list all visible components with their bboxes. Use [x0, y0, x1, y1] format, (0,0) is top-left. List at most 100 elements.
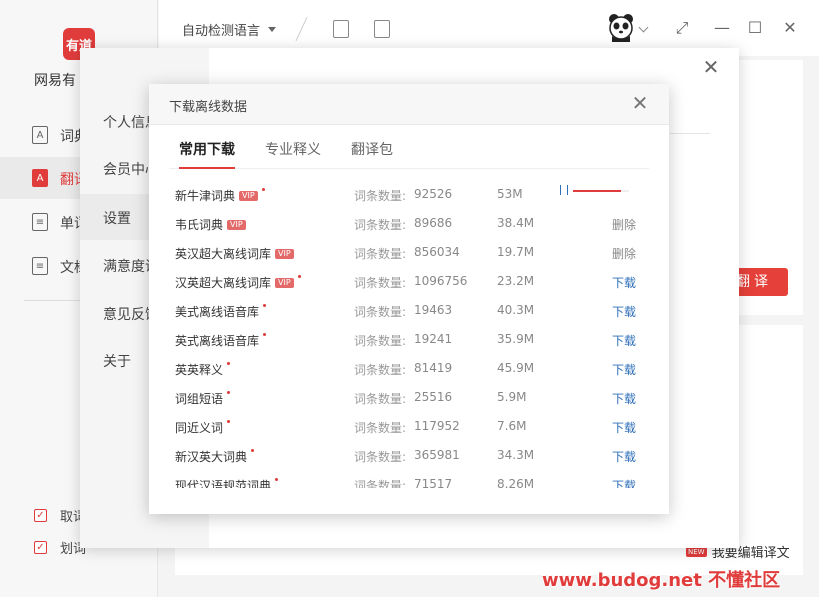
dictionary-name: 现代汉语规范词典: [175, 477, 279, 488]
download-button[interactable]: 下载: [612, 419, 636, 436]
maximize-icon[interactable]: ☐: [745, 18, 765, 38]
settings-nav-label: 关于: [103, 354, 131, 370]
entry-count-label: 词条数量:: [354, 189, 407, 203]
new-dot-icon: [275, 478, 279, 481]
file-size: 19.7M: [497, 245, 535, 259]
list-item: 现代汉语规范词典 词条数量: 71517 8.26M 下载: [149, 470, 669, 488]
list-item: 美式离线语音库 词条数量: 19463 40.3M 下载: [149, 296, 669, 325]
entry-count: 71517: [414, 477, 453, 488]
dictionary-name-text: 现代汉语规范词典: [175, 479, 272, 488]
entry-count: 856034: [414, 245, 460, 259]
language-select[interactable]: 自动检测语言: [182, 20, 277, 39]
download-button[interactable]: 下载: [612, 390, 636, 407]
dictionary-name: 同近义词: [175, 419, 231, 436]
entry-count: 25516: [414, 390, 453, 404]
close-icon[interactable]: ✕: [631, 93, 649, 113]
select-word-toggle[interactable]: ✓ 划词: [34, 539, 86, 557]
new-dot-icon: [227, 362, 231, 365]
dictionary-name-text: 韦氏词典: [175, 218, 224, 232]
file-size: 5.9M: [497, 390, 527, 404]
new-dot-icon: [227, 391, 231, 394]
list-item: 词组短语 词条数量: 25516 5.9M 下载: [149, 383, 669, 412]
capture-word-toggle[interactable]: ✓ 取词: [34, 507, 86, 525]
dictionary-name-text: 英英释义: [175, 363, 224, 377]
file-size: 53M: [497, 187, 523, 201]
entry-count: 1096756: [414, 274, 468, 288]
download-button[interactable]: 下载: [612, 274, 636, 291]
vip-badge: VIP: [275, 277, 294, 288]
download-progress: [560, 185, 630, 197]
avatar[interactable]: [606, 12, 636, 42]
file-size: 23.2M: [497, 274, 535, 288]
dictionary-name-text: 同近义词: [175, 421, 224, 435]
chevron-down-icon[interactable]: [638, 22, 649, 33]
tab-common[interactable]: 常用下载: [179, 139, 235, 159]
new-dot-icon: [263, 333, 267, 336]
list-item: 新牛津词典 VIP 词条数量: 92526 53M: [149, 180, 669, 209]
toolbar-divider: [295, 17, 308, 41]
app-name: 网易有: [34, 73, 76, 89]
entry-count: 19241: [414, 332, 453, 346]
entry-count: 81419: [414, 361, 453, 375]
dictionary-name: 英英释义: [175, 361, 231, 378]
entry-count: 19463: [414, 303, 453, 317]
entry-count: 117952: [414, 419, 460, 433]
list-item: 同近义词 词条数量: 117952 7.6M 下载: [149, 412, 669, 441]
new-badge: NEW: [686, 546, 707, 557]
dictionary-name: 韦氏词典 VIP: [175, 216, 246, 233]
entry-count-label: 词条数量:: [354, 334, 407, 348]
entry-count-label: 词条数量:: [354, 247, 407, 261]
dictionary-name-text: 新牛津词典: [175, 189, 236, 203]
dictionary-name: 词组短语: [175, 390, 231, 407]
close-icon[interactable]: ✕: [702, 57, 720, 77]
entry-count-label: 词条数量:: [354, 421, 407, 435]
file-icon[interactable]: [333, 20, 349, 38]
progress-fill: [573, 190, 621, 192]
list-item: 汉英超大离线词库 VIP 词条数量: 1096756 23.2M 下载: [149, 267, 669, 296]
dictionary-name: 英式离线语音库: [175, 332, 267, 349]
vip-badge: VIP: [275, 248, 294, 259]
dictionary-name-text: 美式离线语音库: [175, 305, 260, 319]
download-button[interactable]: 下载: [612, 448, 636, 465]
dictionary-name-text: 新汉英大词典: [175, 450, 248, 464]
dictionary-name-text: 英式离线语音库: [175, 334, 260, 348]
progress-bar: [573, 190, 629, 192]
delete-button[interactable]: 删除: [612, 216, 636, 233]
entry-count-label: 词条数量:: [354, 479, 407, 488]
dictionary-name: 英汉超大离线词库 VIP: [175, 245, 294, 262]
dictionary-icon: A: [32, 126, 48, 144]
checkbox[interactable]: ✓: [34, 540, 47, 554]
file-size: 8.26M: [497, 477, 535, 488]
list-item: 韦氏词典 VIP 词条数量: 89686 38.4M 删除: [149, 209, 669, 238]
shrink-icon[interactable]: ⤢: [672, 18, 692, 38]
dialog-title: 下载离线数据: [169, 100, 248, 115]
download-button[interactable]: 下载: [612, 303, 636, 320]
list-item: 英英释义 词条数量: 81419 45.9M 下载: [149, 354, 669, 383]
translate-icon: A: [32, 169, 48, 187]
list-item: 新汉英大词典 词条数量: 365981 34.3M 下载: [149, 441, 669, 470]
file-size: 35.9M: [497, 332, 535, 346]
tab-translation-pack[interactable]: 翻译包: [351, 139, 393, 159]
pause-icon[interactable]: [560, 185, 568, 195]
active-tab-indicator: [179, 167, 235, 169]
screenshot-icon[interactable]: [374, 20, 390, 38]
dictionary-name: 新牛津词典 VIP: [175, 187, 265, 204]
settings-nav-label: 设置: [103, 211, 131, 227]
vip-badge: VIP: [239, 190, 258, 201]
close-icon[interactable]: ✕: [780, 18, 800, 38]
download-button[interactable]: 下载: [612, 332, 636, 349]
checkbox[interactable]: ✓: [34, 508, 47, 522]
download-button[interactable]: 下载: [612, 477, 636, 488]
file-size: 7.6M: [497, 419, 527, 433]
entry-count-label: 词条数量:: [354, 392, 407, 406]
list-item: 英式离线语音库 词条数量: 19241 35.9M 下载: [149, 325, 669, 354]
dictionary-name-text: 英汉超大离线词库: [175, 247, 272, 261]
tab-professional[interactable]: 专业释义: [265, 139, 321, 159]
download-button[interactable]: 下载: [612, 361, 636, 378]
entry-count: 89686: [414, 216, 453, 230]
delete-button[interactable]: 删除: [612, 245, 636, 262]
entry-count-label: 词条数量:: [354, 276, 407, 290]
dictionary-name-text: 汉英超大离线词库: [175, 276, 272, 290]
chevron-down-icon: [268, 27, 277, 32]
minimize-icon[interactable]: —: [712, 18, 732, 38]
